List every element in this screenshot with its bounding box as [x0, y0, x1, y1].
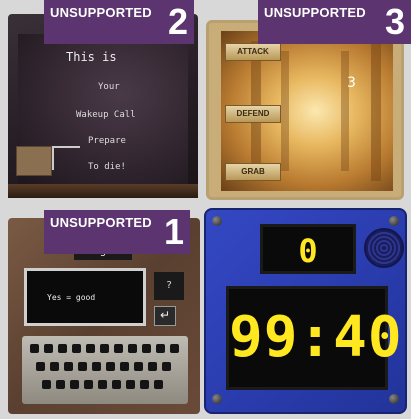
question-key[interactable]: ? [154, 272, 184, 300]
message-line-5: To die! [88, 162, 126, 172]
panel-3-unsupported-label: UNSUPPORTED [264, 5, 366, 20]
panel-3-number: 3 [384, 1, 405, 42]
counter-display: 0 [260, 224, 356, 274]
puzzle-panel-3: ATTACK DEFEND GRAB 3 [206, 20, 404, 200]
key[interactable] [42, 380, 51, 389]
message-line-3: Wakeup Call [76, 110, 136, 120]
counter-value: 3 [347, 75, 356, 91]
key[interactable] [162, 362, 171, 371]
panel-3-tag: UNSUPPORTED 3 [258, 0, 411, 44]
message-line-1: This is [66, 50, 117, 64]
panel-2-unsupported-label: UNSUPPORTED [50, 5, 152, 20]
key[interactable] [112, 380, 121, 389]
key[interactable] [170, 344, 179, 353]
key[interactable] [92, 362, 101, 371]
grab-button[interactable]: GRAB [225, 163, 281, 181]
key[interactable] [98, 380, 107, 389]
keyboard [22, 336, 188, 404]
panel-2-tag: UNSUPPORTED 2 [44, 0, 194, 44]
key[interactable] [84, 380, 93, 389]
key[interactable] [64, 362, 73, 371]
wall-switch[interactable] [16, 146, 52, 176]
key[interactable] [30, 344, 39, 353]
screen-text: Yes = good [47, 293, 96, 302]
key[interactable] [100, 344, 109, 353]
terminal-screen: Yes = good [24, 268, 146, 326]
key[interactable] [50, 362, 59, 371]
key[interactable] [56, 380, 65, 389]
key[interactable] [120, 362, 129, 371]
key[interactable] [78, 362, 87, 371]
key[interactable] [114, 344, 123, 353]
screw-icon [389, 216, 399, 226]
key[interactable] [126, 380, 135, 389]
counter-digit: 0 [298, 232, 318, 270]
key[interactable] [148, 362, 157, 371]
key[interactable] [142, 344, 151, 353]
screw-icon [212, 394, 222, 404]
stair-step-line [52, 146, 80, 170]
defend-button[interactable]: DEFEND [225, 105, 281, 123]
screw-icon [389, 394, 399, 404]
key[interactable] [44, 344, 53, 353]
key[interactable] [134, 362, 143, 371]
key[interactable] [106, 362, 115, 371]
clock-digits: 99:40 [229, 305, 403, 370]
panel-1-unsupported-label: UNSUPPORTED [50, 215, 152, 230]
key[interactable] [72, 344, 81, 353]
key[interactable] [154, 380, 163, 389]
speaker-grille-icon [364, 228, 404, 268]
key[interactable] [140, 380, 149, 389]
attack-button[interactable]: ATTACK [225, 43, 281, 61]
floor-ledge [8, 184, 198, 198]
key[interactable] [58, 344, 67, 353]
key[interactable] [70, 380, 79, 389]
timer-panel: 0 99:40 [204, 208, 407, 414]
panel-1-tag: UNSUPPORTED 1 [44, 210, 190, 254]
message-line-4: Prepare [88, 136, 126, 146]
panel-2-number: 2 [167, 1, 188, 42]
clock-display: 99:40 [226, 286, 403, 390]
key[interactable] [36, 362, 45, 371]
key[interactable] [86, 344, 95, 353]
message-line-2: Your [98, 82, 120, 92]
screw-icon [212, 216, 222, 226]
enter-icon[interactable]: ↵ [154, 306, 176, 326]
key[interactable] [156, 344, 165, 353]
panel-1-number: 1 [163, 211, 184, 252]
key[interactable] [128, 344, 137, 353]
